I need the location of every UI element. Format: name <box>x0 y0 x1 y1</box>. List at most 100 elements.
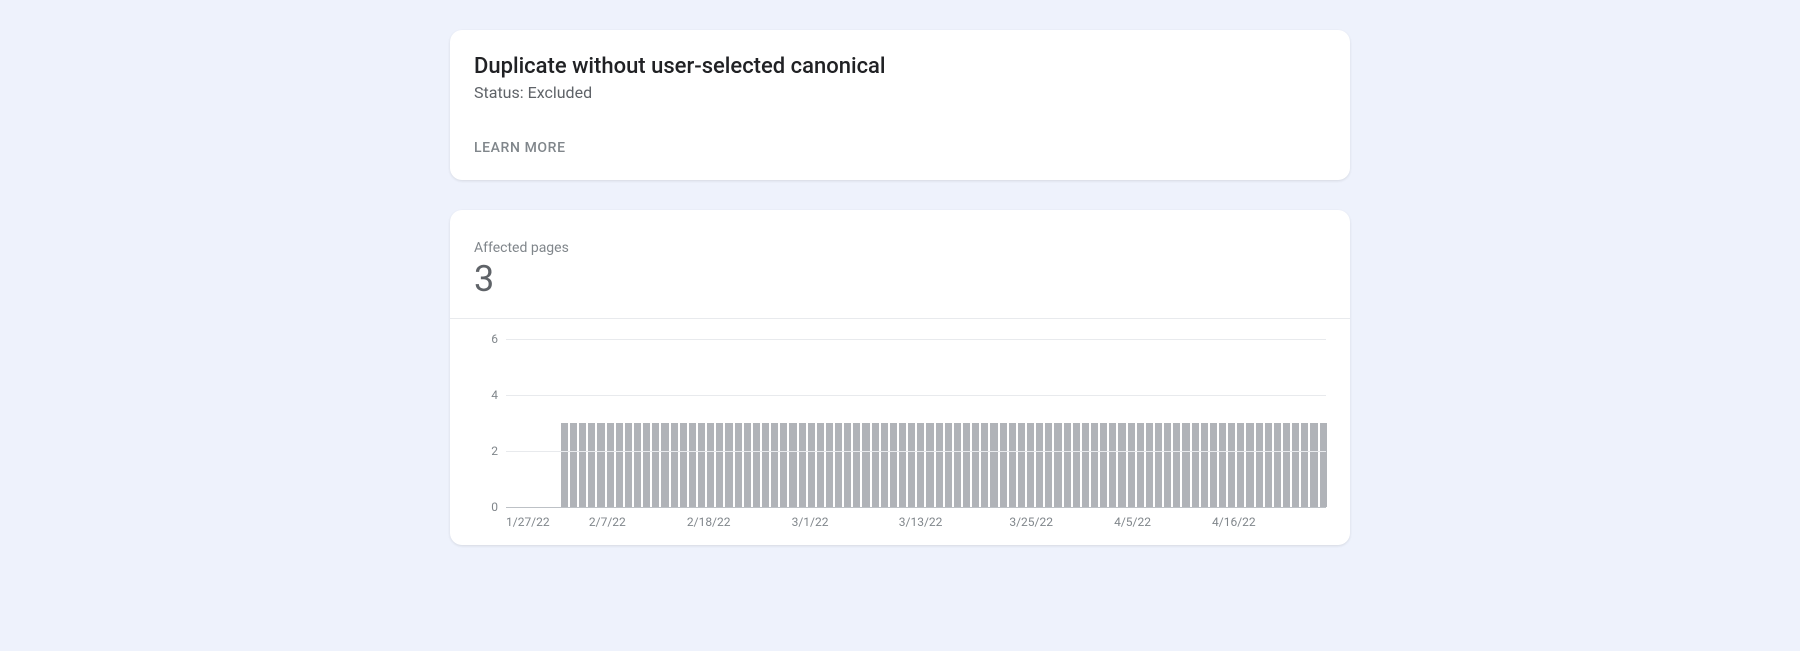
bar <box>1201 423 1208 507</box>
issue-title: Duplicate without user-selected canonica… <box>474 54 1326 79</box>
bar <box>1210 423 1217 507</box>
bar <box>963 423 970 507</box>
bar <box>698 423 705 507</box>
x-tick: 4/16/22 <box>1212 515 1256 529</box>
y-tick: 2 <box>480 444 498 458</box>
bar <box>771 423 778 507</box>
bar <box>926 423 933 507</box>
bar <box>588 423 595 507</box>
bar <box>1128 423 1135 507</box>
bar <box>707 423 714 507</box>
bar <box>607 423 614 507</box>
bar <box>890 423 897 507</box>
bar <box>1164 423 1171 507</box>
x-tick: 3/1/22 <box>792 515 829 529</box>
bar <box>862 423 869 507</box>
y-tick: 6 <box>480 332 498 346</box>
bar <box>936 423 943 507</box>
learn-more-link[interactable]: LEARN MORE <box>474 140 566 156</box>
bar <box>1292 423 1299 507</box>
bar <box>735 423 742 507</box>
bar <box>1274 423 1281 507</box>
bar <box>1027 423 1034 507</box>
bar <box>1064 423 1071 507</box>
bar <box>1228 423 1235 507</box>
gridline <box>506 339 1326 340</box>
bar <box>1009 423 1016 507</box>
bar <box>725 423 732 507</box>
bar <box>1018 423 1025 507</box>
affected-pages-chart: 1/27/22 2/7/22 2/18/22 3/1/22 3/13/22 3/25/22… <box>474 329 1326 529</box>
bar <box>826 423 833 507</box>
bar <box>1045 423 1052 507</box>
bar <box>1036 423 1043 507</box>
bar <box>1000 423 1007 507</box>
bar <box>853 423 860 507</box>
bar <box>625 423 632 507</box>
x-tick: 2/7/22 <box>589 515 626 529</box>
gridline <box>506 451 1326 452</box>
bar <box>1173 423 1180 507</box>
bar <box>981 423 988 507</box>
x-tick: 3/13/22 <box>899 515 943 529</box>
bar <box>844 423 851 507</box>
y-tick: 0 <box>480 500 498 514</box>
bar <box>1091 423 1098 507</box>
x-tick: 4/5/22 <box>1114 515 1151 529</box>
bar <box>972 423 979 507</box>
bar <box>1137 423 1144 507</box>
bar <box>1155 423 1162 507</box>
bar <box>744 423 751 507</box>
bar <box>990 423 997 507</box>
issue-header-card: Duplicate without user-selected canonica… <box>450 30 1350 180</box>
gridline <box>506 395 1326 396</box>
bar <box>1237 423 1244 507</box>
bar <box>762 423 769 507</box>
bar <box>945 423 952 507</box>
bar <box>835 423 842 507</box>
x-tick: 3/25/22 <box>1009 515 1053 529</box>
bar <box>1219 423 1226 507</box>
bar <box>680 423 687 507</box>
bar <box>1082 423 1089 507</box>
bar <box>780 423 787 507</box>
bar <box>808 423 815 507</box>
bar <box>1182 423 1189 507</box>
trend-card: Affected pages 3 1/27/222/7/222/18/223/1… <box>450 210 1350 545</box>
bar <box>908 423 915 507</box>
bar <box>753 423 760 507</box>
bar <box>652 423 659 507</box>
bar <box>689 423 696 507</box>
bar <box>1146 423 1153 507</box>
bar <box>570 423 577 507</box>
bar <box>899 423 906 507</box>
bar <box>1073 423 1080 507</box>
bar <box>561 423 568 507</box>
bar <box>1100 423 1107 507</box>
bar <box>671 423 678 507</box>
bar <box>917 423 924 507</box>
y-tick: 4 <box>480 388 498 402</box>
bar <box>872 423 879 507</box>
bar <box>579 423 586 507</box>
bar <box>1054 423 1061 507</box>
bar <box>1109 423 1116 507</box>
issue-status: Status: Excluded <box>474 83 1326 102</box>
bar <box>597 423 604 507</box>
bar <box>661 423 668 507</box>
bar <box>789 423 796 507</box>
bar <box>643 423 650 507</box>
bar <box>1256 423 1263 507</box>
bar <box>716 423 723 507</box>
bar <box>1246 423 1253 507</box>
bar <box>799 423 806 507</box>
bar <box>634 423 641 507</box>
baseline <box>506 507 1326 508</box>
bar <box>1301 423 1308 507</box>
bar <box>817 423 824 507</box>
x-tick: 1/27/22 <box>506 515 550 529</box>
bar <box>881 423 888 507</box>
divider <box>450 318 1350 319</box>
bar <box>1283 423 1290 507</box>
x-tick: 2/18/22 <box>687 515 731 529</box>
